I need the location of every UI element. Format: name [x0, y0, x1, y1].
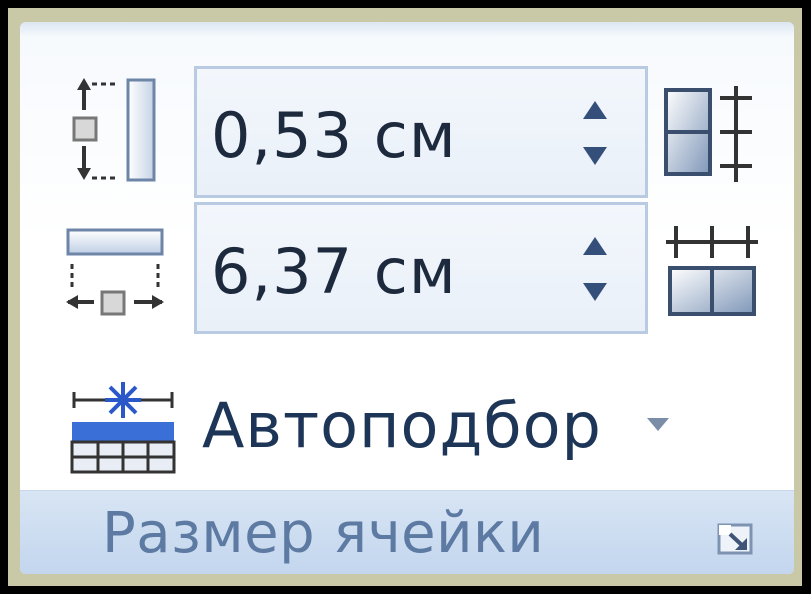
cell-size-group: 0,53 см 6,37 см Автоподбор Размер ячейки — [20, 22, 794, 574]
distribute-columns-icon[interactable] — [662, 222, 762, 322]
row-height-icon — [64, 74, 164, 194]
window-frame: 0,53 см 6,37 см Автоподбор Размер ячейки — [8, 8, 802, 586]
dialog-launcher-icon[interactable] — [716, 522, 756, 558]
autofit-dropdown-button[interactable]: Автоподбор — [70, 378, 710, 478]
column-width-icon — [64, 226, 168, 318]
column-width-value[interactable]: 6,37 см — [211, 237, 457, 307]
autofit-label: Автоподбор — [202, 389, 602, 462]
row-height-spin-buttons — [573, 91, 617, 177]
row-height-increase-button[interactable] — [579, 95, 611, 125]
row-height-value[interactable]: 0,53 см — [211, 101, 457, 171]
column-width-decrease-button[interactable] — [579, 277, 611, 307]
distribute-rows-icon[interactable] — [662, 84, 762, 184]
row-height-stepper[interactable]: 0,53 см — [194, 66, 648, 198]
group-label: Размер ячейки — [102, 501, 545, 566]
column-width-increase-button[interactable] — [579, 231, 611, 261]
autofit-icon — [70, 378, 176, 474]
panel-top-edge — [20, 22, 794, 36]
chevron-down-icon — [644, 414, 672, 434]
column-width-stepper[interactable]: 6,37 см — [194, 202, 648, 334]
row-height-decrease-button[interactable] — [579, 141, 611, 171]
column-width-spin-buttons — [573, 227, 617, 313]
